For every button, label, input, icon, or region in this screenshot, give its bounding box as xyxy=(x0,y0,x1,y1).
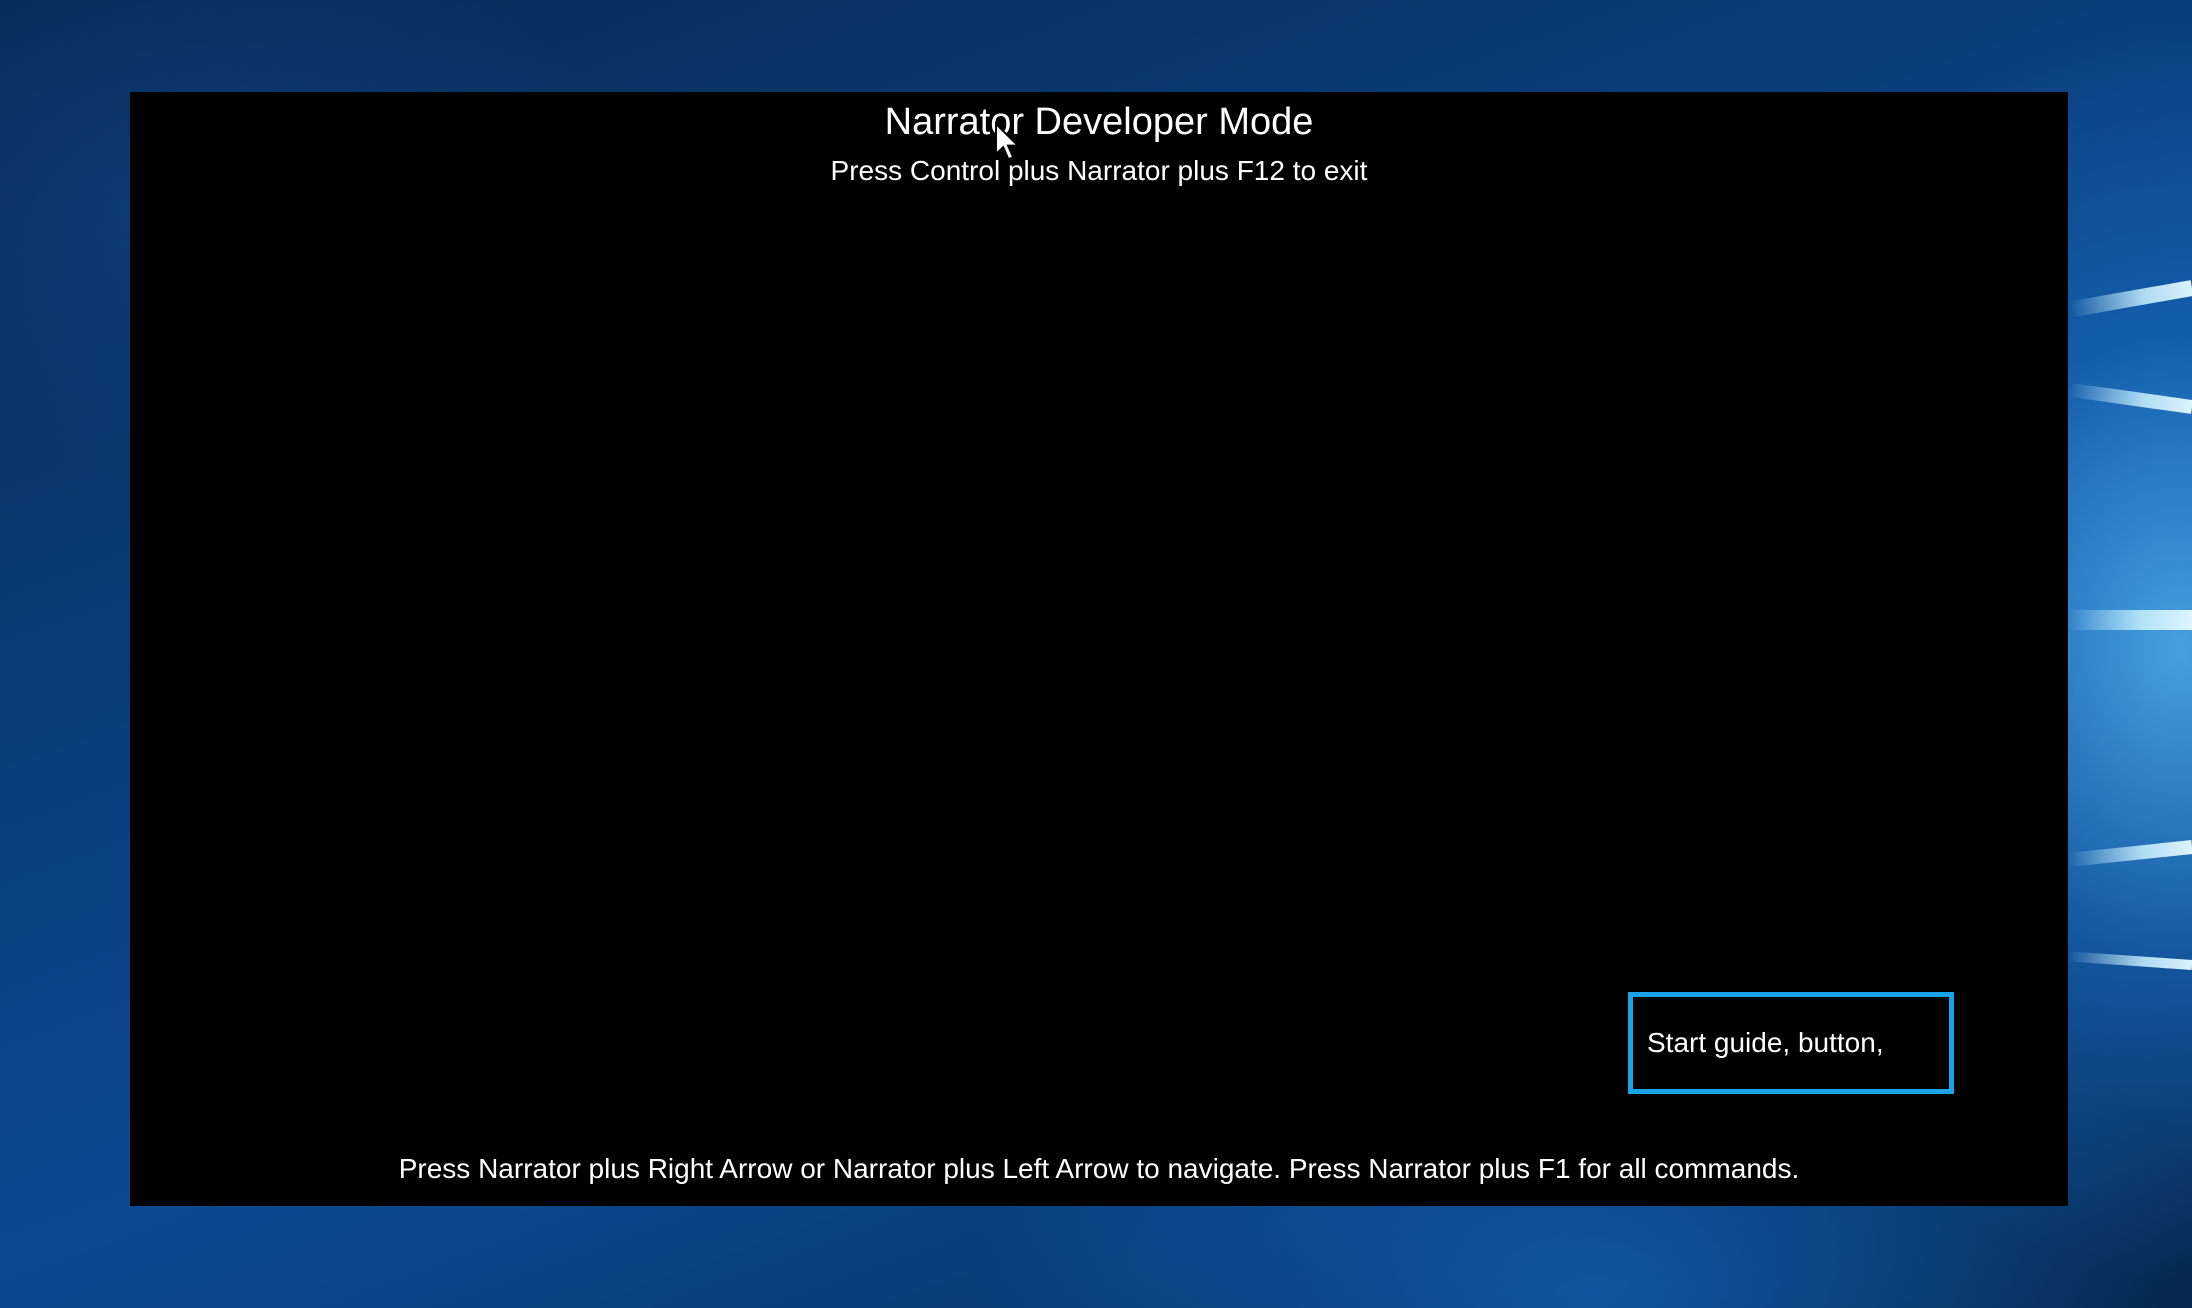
wallpaper-light-beam xyxy=(2068,280,2192,318)
wallpaper-light-beam xyxy=(2067,951,2192,970)
wallpaper-light-beam xyxy=(2067,840,2192,867)
start-guide-button[interactable]: Start guide, button, xyxy=(1628,992,1954,1094)
mouse-pointer-icon xyxy=(995,122,1021,161)
wallpaper-light-beam xyxy=(2068,382,2192,414)
wallpaper-light-beam xyxy=(2068,610,2192,630)
overlay-title: Narrator Developer Mode xyxy=(884,101,1314,143)
narrator-developer-mode-overlay: Narrator Developer Mode Press Control pl… xyxy=(130,92,2068,1206)
exit-instructions: Press Control plus Narrator plus F12 to … xyxy=(830,155,1368,186)
navigation-instructions: Press Narrator plus Right Arrow or Narra… xyxy=(398,1153,1800,1184)
